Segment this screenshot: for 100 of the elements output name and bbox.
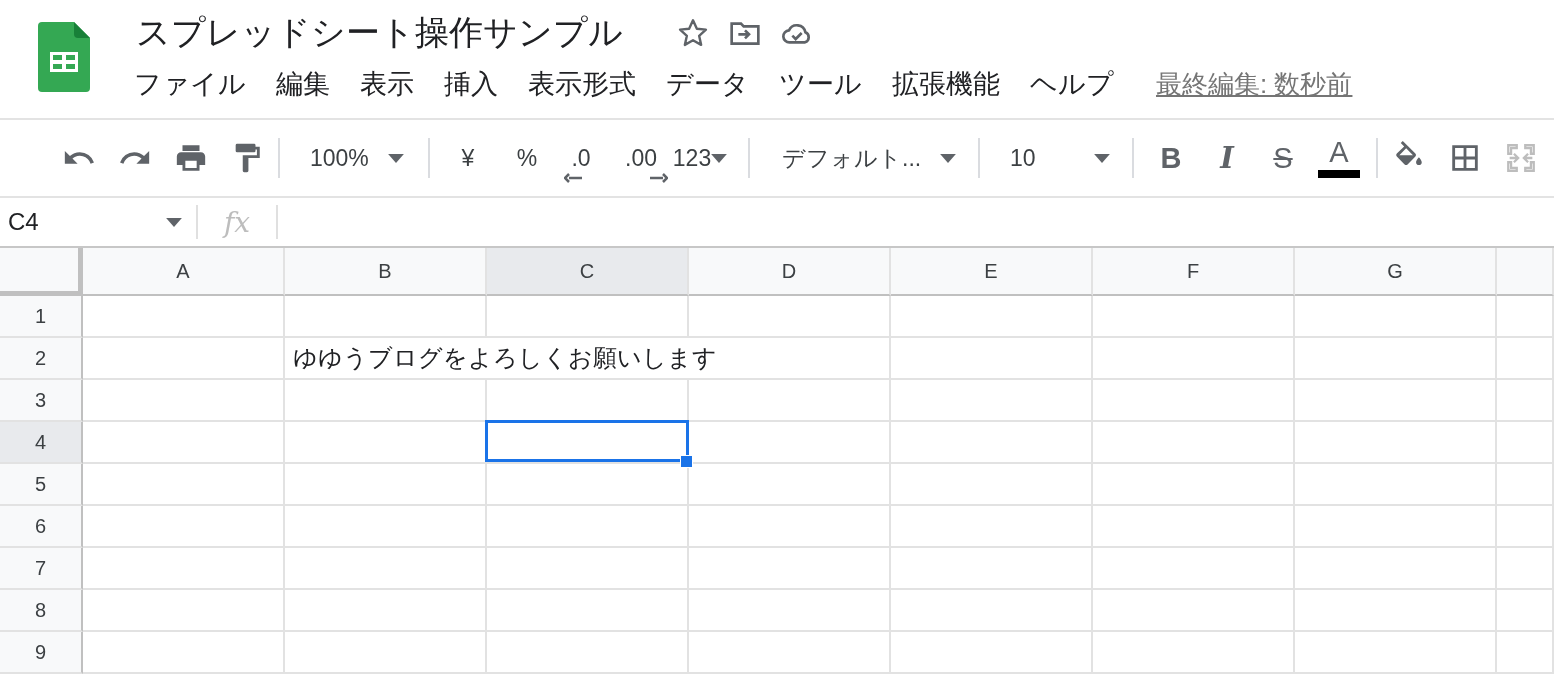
document-title[interactable]: スプレッドシート操作サンプル bbox=[136, 10, 623, 56]
grid-cell[interactable] bbox=[83, 464, 285, 506]
grid-cell[interactable] bbox=[1093, 548, 1295, 590]
grid-cell[interactable] bbox=[1497, 548, 1554, 590]
grid-cell[interactable] bbox=[689, 590, 891, 632]
grid-cell[interactable] bbox=[1093, 506, 1295, 548]
grid-cell[interactable] bbox=[1295, 506, 1497, 548]
grid-cell[interactable] bbox=[1093, 380, 1295, 422]
grid-cell[interactable] bbox=[891, 548, 1093, 590]
more-formats-dropdown[interactable]: 123 bbox=[666, 135, 734, 181]
grid-cell[interactable] bbox=[285, 548, 487, 590]
font-size-dropdown[interactable]: 10 bbox=[994, 135, 1118, 181]
column-header[interactable] bbox=[1497, 248, 1554, 296]
column-header[interactable]: G bbox=[1295, 248, 1497, 296]
row-header[interactable]: 6 bbox=[0, 506, 83, 548]
grid-cell[interactable] bbox=[1497, 380, 1554, 422]
grid-cell[interactable] bbox=[487, 632, 689, 674]
menu-item[interactable]: ツール bbox=[779, 66, 877, 102]
row-header[interactable]: 5 bbox=[0, 464, 83, 506]
grid-cell[interactable] bbox=[1295, 548, 1497, 590]
grid-cell[interactable] bbox=[689, 380, 891, 422]
grid-cell[interactable] bbox=[1295, 380, 1497, 422]
grid-cell[interactable] bbox=[891, 632, 1093, 674]
grid-cell[interactable] bbox=[891, 338, 1093, 380]
grid-cell[interactable]: ゆゆうブログをよろしくお願いします bbox=[285, 338, 891, 380]
name-box[interactable]: C4 bbox=[0, 198, 196, 246]
menu-item[interactable]: データ bbox=[666, 66, 764, 102]
text-color-button[interactable]: A bbox=[1316, 134, 1362, 182]
grid-cell[interactable] bbox=[1093, 464, 1295, 506]
grid-cell[interactable] bbox=[891, 506, 1093, 548]
grid-cell[interactable] bbox=[83, 380, 285, 422]
menu-item[interactable]: 表示形式 bbox=[528, 66, 651, 102]
grid-cell[interactable] bbox=[1295, 590, 1497, 632]
star-icon[interactable] bbox=[677, 17, 709, 49]
grid-cell[interactable] bbox=[1295, 422, 1497, 464]
menu-item[interactable]: 編集 bbox=[276, 66, 345, 102]
grid-cell[interactable] bbox=[891, 296, 1093, 338]
grid-cell[interactable] bbox=[83, 590, 285, 632]
grid-cell[interactable] bbox=[1093, 338, 1295, 380]
grid-cell[interactable] bbox=[891, 464, 1093, 506]
grid-cell[interactable] bbox=[689, 464, 891, 506]
grid-cell[interactable] bbox=[1497, 464, 1554, 506]
grid-cell[interactable] bbox=[1295, 296, 1497, 338]
grid-cell[interactable] bbox=[1093, 590, 1295, 632]
column-header[interactable]: C bbox=[487, 248, 689, 296]
row-header[interactable]: 7 bbox=[0, 548, 83, 590]
column-header[interactable]: B bbox=[285, 248, 487, 296]
decrease-decimal-button[interactable]: .0 bbox=[558, 135, 604, 181]
grid-cell[interactable] bbox=[83, 338, 285, 380]
currency-button[interactable]: ¥ bbox=[444, 135, 492, 181]
grid-cell[interactable] bbox=[689, 506, 891, 548]
grid-cell[interactable] bbox=[83, 632, 285, 674]
row-header[interactable]: 1 bbox=[0, 296, 83, 338]
grid-cell[interactable] bbox=[487, 548, 689, 590]
bold-button[interactable]: B bbox=[1148, 135, 1194, 181]
row-header[interactable]: 3 bbox=[0, 380, 83, 422]
column-header[interactable]: A bbox=[83, 248, 285, 296]
percent-button[interactable]: % bbox=[504, 135, 550, 181]
grid-cell[interactable] bbox=[891, 590, 1093, 632]
increase-decimal-button[interactable]: .00 bbox=[616, 135, 666, 181]
column-header[interactable]: D bbox=[689, 248, 891, 296]
grid-cell[interactable] bbox=[1295, 338, 1497, 380]
row-header[interactable]: 4 bbox=[0, 422, 83, 464]
row-header[interactable]: 2 bbox=[0, 338, 83, 380]
zoom-dropdown[interactable]: 100% bbox=[294, 135, 414, 181]
grid-cell[interactable] bbox=[1497, 296, 1554, 338]
grid-cell[interactable] bbox=[285, 296, 487, 338]
grid-cell[interactable] bbox=[1497, 338, 1554, 380]
grid-cell[interactable] bbox=[83, 548, 285, 590]
grid-cell[interactable] bbox=[689, 548, 891, 590]
grid-cell[interactable] bbox=[689, 296, 891, 338]
grid-cell[interactable] bbox=[487, 296, 689, 338]
column-header[interactable]: F bbox=[1093, 248, 1295, 296]
menu-item[interactable]: 表示 bbox=[360, 66, 429, 102]
menu-item[interactable]: 拡張機能 bbox=[892, 66, 1015, 102]
font-dropdown[interactable]: デフォルト... bbox=[764, 135, 964, 181]
grid-cell[interactable] bbox=[1497, 632, 1554, 674]
menu-item[interactable]: ファイル bbox=[134, 66, 261, 102]
grid-cell[interactable] bbox=[83, 506, 285, 548]
grid-cell[interactable] bbox=[83, 422, 285, 464]
sheets-logo-icon[interactable] bbox=[38, 22, 90, 92]
column-header[interactable]: E bbox=[891, 248, 1093, 296]
grid-cell[interactable] bbox=[1093, 632, 1295, 674]
menu-item[interactable]: ヘルプ bbox=[1030, 66, 1129, 102]
fill-handle[interactable] bbox=[680, 455, 693, 468]
grid-cell[interactable] bbox=[1295, 632, 1497, 674]
row-header[interactable]: 9 bbox=[0, 632, 83, 674]
grid-cell[interactable] bbox=[83, 296, 285, 338]
grid-cell[interactable] bbox=[285, 632, 487, 674]
grid-cell[interactable] bbox=[487, 506, 689, 548]
grid-cell[interactable] bbox=[891, 380, 1093, 422]
grid-cell[interactable] bbox=[1497, 506, 1554, 548]
menu-item[interactable]: 挿入 bbox=[444, 66, 513, 102]
row-header[interactable]: 8 bbox=[0, 590, 83, 632]
grid-cell[interactable] bbox=[1497, 422, 1554, 464]
grid-cell[interactable] bbox=[1093, 296, 1295, 338]
grid-cell[interactable] bbox=[285, 590, 487, 632]
grid-cell[interactable] bbox=[285, 506, 487, 548]
grid-cell[interactable] bbox=[1295, 464, 1497, 506]
italic-button[interactable]: I bbox=[1204, 135, 1250, 181]
